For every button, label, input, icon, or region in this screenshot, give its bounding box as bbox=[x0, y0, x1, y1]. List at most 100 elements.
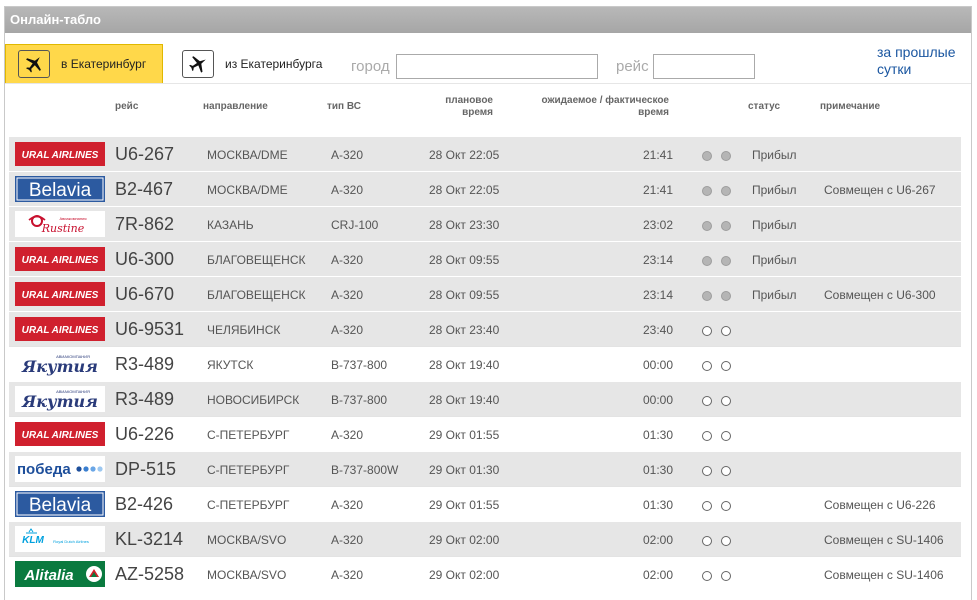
board-controls: в Екатеринбург из Екатеринбурга город ре… bbox=[5, 33, 971, 84]
direction: С-ПЕТЕРБУРГ bbox=[207, 463, 290, 477]
col-note: примечание bbox=[820, 101, 881, 112]
status-indicator-icon bbox=[702, 536, 712, 546]
airline-logo-pobeda: победа bbox=[15, 456, 105, 482]
airline-logo-ural: URAL AIRLINES bbox=[15, 316, 105, 342]
actual-time: 01:30 bbox=[642, 463, 673, 477]
direction: ЯКУТСК bbox=[207, 358, 254, 372]
status-indicator-icon bbox=[721, 466, 731, 476]
actual-time: 21:41 bbox=[642, 183, 673, 197]
status-indicator-icon bbox=[702, 326, 712, 336]
flight-status: Прибыл bbox=[752, 148, 797, 162]
status-indicator-icon bbox=[721, 571, 731, 581]
airline-logo-belavia: Belavia bbox=[15, 491, 105, 517]
col-direction: направление bbox=[203, 101, 268, 112]
table-row[interactable]: URAL AIRLINES U6-226 С-ПЕТЕРБУРГ A-320 29 Ок… bbox=[9, 416, 961, 451]
status-indicator-icon bbox=[721, 151, 731, 161]
col-flight: рейс bbox=[115, 101, 139, 112]
svg-text:Belavia: Belavia bbox=[29, 180, 92, 201]
svg-text:URAL AIRLINES: URAL AIRLINES bbox=[22, 150, 99, 161]
airline-logo-ural: URAL AIRLINES bbox=[15, 141, 105, 167]
status-indicator-icon bbox=[702, 431, 712, 441]
status-indicator-icon bbox=[721, 361, 731, 371]
direction: НОВОСИБИРСК bbox=[207, 393, 300, 407]
past-day-link[interactable]: за прошлые сутки bbox=[877, 44, 969, 78]
airline-logo-rusline: Rustine Авиакомпания bbox=[15, 211, 105, 237]
col-actual: ожидаемое / фактическое время bbox=[541, 95, 669, 118]
city-input[interactable] bbox=[396, 54, 598, 79]
direction: КАЗАНЬ bbox=[207, 218, 254, 232]
table-header: рейс направление тип ВС плановое время о… bbox=[5, 83, 971, 135]
svg-text:URAL AIRLINES: URAL AIRLINES bbox=[22, 325, 99, 336]
tab-departures[interactable]: из Екатеринбурга bbox=[182, 44, 342, 84]
svg-text:KLM: KLM bbox=[22, 535, 44, 546]
planned-time: 28 Окт 23:40 bbox=[429, 323, 500, 337]
airline-logo-yakutia: АВИАКОМПАНИЯ Якутия bbox=[15, 386, 105, 412]
svg-text:Belavia: Belavia bbox=[29, 495, 92, 516]
col-aircraft: тип ВС bbox=[327, 101, 361, 112]
aircraft-type: A-320 bbox=[331, 288, 364, 302]
status-indicator-icon bbox=[721, 326, 731, 336]
actual-time: 00:00 bbox=[642, 358, 673, 372]
planned-time: 29 Окт 01:55 bbox=[429, 498, 500, 512]
table-row[interactable]: URAL AIRLINES U6-9531 ЧЕЛЯБИНСК A-320 28 Окт… bbox=[9, 311, 961, 346]
planned-time: 28 Окт 09:55 bbox=[429, 253, 500, 267]
table-row[interactable]: URAL AIRLINES U6-267 МОСКВА/DME A-320 28 Окт… bbox=[9, 136, 961, 171]
col-status: статус bbox=[748, 101, 781, 112]
status-indicator-icon bbox=[721, 501, 731, 511]
flight-note: Совмещен с U6-267 bbox=[824, 183, 936, 197]
flight-number: DP-515 bbox=[115, 459, 177, 479]
actual-time: 21:41 bbox=[642, 148, 673, 162]
direction: С-ПЕТЕРБУРГ bbox=[207, 428, 290, 442]
flight-number: R3-489 bbox=[115, 354, 175, 374]
aircraft-type: A-320 bbox=[331, 183, 364, 197]
flight-number: B2-426 bbox=[115, 494, 174, 514]
aircraft-type: B-737-800 bbox=[331, 358, 388, 372]
status-indicator-icon bbox=[702, 501, 712, 511]
flight-number: U6-226 bbox=[115, 424, 175, 444]
flight-number: R3-489 bbox=[115, 389, 175, 409]
planned-time: 28 Окт 19:40 bbox=[429, 358, 500, 372]
flight-note: Совмещен с U6-226 bbox=[824, 498, 936, 512]
table-row[interactable]: Belavia B2-426 С-ПЕТЕРБУРГ A-320 29 Окт 01:5… bbox=[9, 486, 961, 521]
flight-number: 7R-862 bbox=[115, 214, 175, 234]
table-row[interactable]: АВИАКОМПАНИЯ Якутия R3-489 ЯКУТСК B-737-800 2… bbox=[9, 346, 961, 381]
status-indicator-icon bbox=[702, 571, 712, 581]
table-row[interactable]: победа DP-515 С-ПЕТЕРБУРГ B-737-800W 29 Окт … bbox=[9, 451, 961, 486]
flight-status: Прибыл bbox=[752, 218, 797, 232]
aircraft-type: A-320 bbox=[331, 568, 364, 582]
table-row[interactable]: Belavia B2-467 МОСКВА/DME A-320 28 Окт 22:05… bbox=[9, 171, 961, 206]
flight-number: KL-3214 bbox=[115, 529, 184, 549]
direction: МОСКВА/DME bbox=[207, 148, 288, 162]
flights-table: URAL AIRLINES U6-267 МОСКВА/DME A-320 28 Окт… bbox=[9, 136, 961, 591]
airline-logo-yakutia: АВИАКОМПАНИЯ Якутия bbox=[15, 351, 105, 377]
status-indicator-icon bbox=[702, 221, 712, 231]
status-indicator-icon bbox=[721, 396, 731, 406]
direction: МОСКВА/SVO bbox=[207, 533, 287, 547]
flight-number: U6-300 bbox=[115, 249, 175, 269]
table-row[interactable]: URAL AIRLINES U6-300 БЛАГОВЕЩЕНСК A-320 28 О… bbox=[9, 241, 961, 276]
flight-number: U6-267 bbox=[115, 144, 175, 164]
svg-text:URAL AIRLINES: URAL AIRLINES bbox=[22, 430, 99, 441]
actual-time: 02:00 bbox=[642, 533, 673, 547]
table-row[interactable]: URAL AIRLINES U6-670 БЛАГОВЕЩЕНСК A-320 28 О… bbox=[9, 276, 961, 311]
table-row[interactable]: KLM Royal Dutch Airlines KL-3214 МОСКВА/SVO… bbox=[9, 521, 961, 556]
status-indicator-icon bbox=[721, 431, 731, 441]
svg-text:Royal Dutch Airlines: Royal Dutch Airlines bbox=[53, 539, 89, 544]
svg-text:Якутия: Якутия bbox=[21, 357, 98, 376]
actual-time: 01:30 bbox=[642, 428, 673, 442]
planned-time: 29 Окт 01:30 bbox=[429, 463, 500, 477]
status-indicator-icon bbox=[721, 186, 731, 196]
tab-arrivals[interactable]: в Екатеринбург bbox=[5, 44, 163, 84]
status-indicator-icon bbox=[702, 291, 712, 301]
col-planned: плановое время bbox=[445, 95, 493, 118]
direction: БЛАГОВЕЩЕНСК bbox=[207, 288, 306, 302]
table-row[interactable]: АВИАКОМПАНИЯ Якутия R3-489 НОВОСИБИРСК B-737… bbox=[9, 381, 961, 416]
planned-time: 28 Окт 22:05 bbox=[429, 148, 500, 162]
board-title: Онлайн-табло bbox=[5, 7, 971, 33]
table-row[interactable]: Rustine Авиакомпания 7R-862 КАЗАНЬ CRJ-100 28… bbox=[9, 206, 961, 241]
status-indicator-icon bbox=[721, 221, 731, 231]
aircraft-type: A-320 bbox=[331, 533, 364, 547]
airline-logo-ural: URAL AIRLINES bbox=[15, 281, 105, 307]
table-row[interactable]: Alitalia AZ-5258 МОСКВА/SVO A-320 29 Окт 02:… bbox=[9, 556, 961, 591]
flight-input[interactable] bbox=[653, 54, 755, 79]
